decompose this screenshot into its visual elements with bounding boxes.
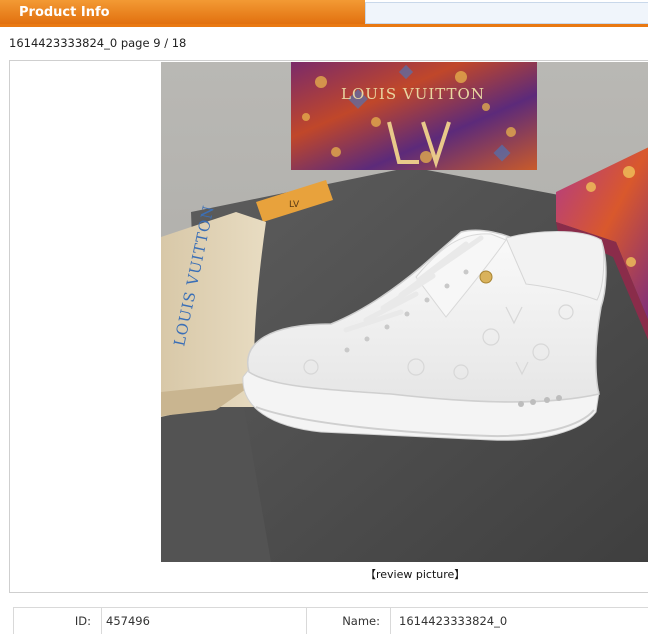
header-bar: Product Info [0,0,648,27]
page-info: 1614423333824_0 page 9 / 18 [9,36,187,50]
svg-text:LV: LV [289,200,300,210]
header-tab: Product Info [0,0,365,26]
id-label: ID: [14,608,102,634]
product-details-table: ID: 457496 Name: 1614423333824_0 [13,607,648,634]
id-value: 457496 [102,608,307,634]
header-rest [365,2,648,24]
image-frame: LOUIS VUITTON LV LOUIS VUITTON 【review p… [9,60,648,593]
header-underline [0,24,648,27]
name-label: Name: [307,608,391,634]
svg-text:LOUIS VUITTON: LOUIS VUITTON [341,85,485,103]
review-picture-link[interactable]: 【review picture】 [365,566,465,582]
shoe-box: LOUIS VUITTON [291,62,537,170]
product-photo[interactable]: LOUIS VUITTON LV LOUIS VUITTON [161,62,648,562]
name-value: 1614423333824_0 [399,614,508,628]
